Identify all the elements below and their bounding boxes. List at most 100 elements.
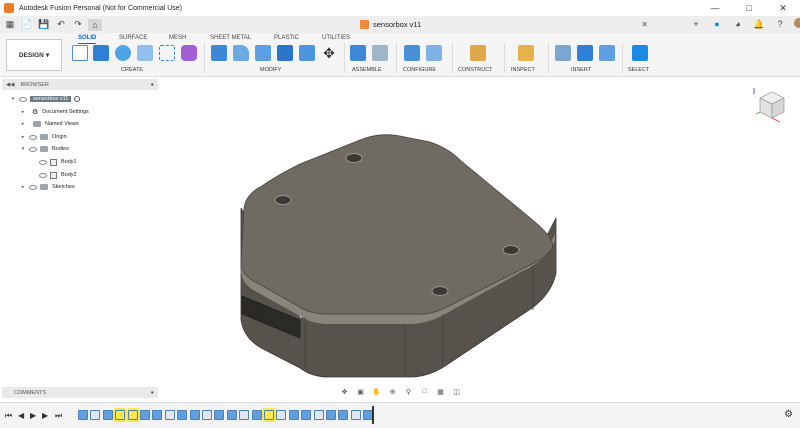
user-avatar[interactable] [794, 18, 800, 28]
timeline-feature-icon[interactable] [350, 410, 361, 420]
timeline-feature-icon[interactable] [251, 410, 262, 420]
grid-menu-icon[interactable]: ▦ [3, 19, 17, 31]
save-icon[interactable]: 💾 [37, 19, 51, 31]
create-sketch-icon[interactable] [72, 45, 88, 61]
timeline-feature-icon[interactable] [125, 408, 140, 422]
tab-sheet-metal[interactable]: SHEET METAL [210, 35, 251, 41]
document-tab[interactable]: sensorbox v11 ✕ [360, 16, 648, 33]
browser-item-body2[interactable]: Body2 [36, 169, 77, 181]
extrude-icon[interactable] [93, 45, 109, 61]
timeline-settings-gear-icon[interactable]: ⚙ [784, 409, 793, 420]
tab-mesh[interactable]: MESH [169, 35, 186, 41]
view-cube[interactable] [752, 84, 792, 124]
notifications-icon[interactable]: 🔔 [752, 18, 766, 30]
form-icon[interactable] [181, 45, 197, 61]
timeline-feature-icon[interactable] [313, 410, 324, 420]
revolve-icon[interactable] [115, 45, 131, 61]
insert-mesh-icon[interactable] [577, 45, 593, 61]
browser-options-icon[interactable]: ● [151, 82, 154, 88]
group-label-create[interactable]: CREATE [121, 67, 143, 73]
tab-surface[interactable]: SURFACE [119, 35, 147, 41]
maximize-icon[interactable]: □ [732, 0, 766, 16]
timeline-feature-icon[interactable] [102, 410, 113, 420]
timeline-feature-icon[interactable] [140, 410, 150, 420]
expand-icon[interactable]: ▸ [20, 134, 26, 140]
pan-icon[interactable]: ✋ [370, 387, 383, 397]
timeline-feature-icon[interactable] [226, 410, 237, 420]
group-label-construct[interactable]: CONSTRUCT [458, 67, 493, 73]
pattern-icon[interactable] [159, 45, 175, 61]
browser-item-body1[interactable]: Body1 [36, 156, 77, 168]
close-icon[interactable]: ✕ [766, 0, 800, 16]
browser-item-named-views[interactable]: ▸ Named Views [20, 118, 79, 130]
group-label-assemble[interactable]: ASSEMBLE [352, 67, 382, 73]
fit-icon[interactable]: ⚲ [402, 387, 415, 397]
timeline-feature-icon[interactable] [78, 410, 88, 420]
timeline-feature-icon[interactable] [177, 410, 188, 420]
tab-solid[interactable]: SOLID [78, 35, 97, 44]
tab-plastic[interactable]: PLASTIC [274, 35, 299, 41]
combine-icon[interactable] [299, 45, 315, 61]
play-icon[interactable]: ▶ [30, 411, 36, 420]
timeline-feature-icon[interactable] [202, 410, 212, 420]
timeline-feature-icon[interactable] [262, 408, 276, 422]
minimize-icon[interactable]: — [698, 0, 732, 16]
workspace-switcher[interactable]: DESIGN ▾ [6, 39, 62, 71]
grid-settings-icon[interactable]: ▦ [434, 387, 447, 397]
fillet-icon[interactable] [233, 45, 249, 61]
timeline-feature-icon[interactable] [338, 410, 349, 420]
visibility-icon[interactable] [29, 184, 37, 190]
configure-table-icon[interactable] [426, 45, 442, 61]
close-tab-icon[interactable]: ✕ [641, 20, 648, 29]
timeline-feature-icon[interactable] [189, 410, 200, 420]
press-pull-icon[interactable] [211, 45, 227, 61]
viewports-icon[interactable]: ◫ [450, 387, 463, 397]
extensions-icon[interactable]: ● [710, 18, 724, 30]
group-label-configure[interactable]: CONFIGURE [403, 67, 436, 73]
timeline-feature-icon[interactable] [276, 410, 287, 420]
group-label-inspect[interactable]: INSPECT [511, 67, 535, 73]
undo-icon[interactable]: ↶ [54, 19, 68, 31]
visibility-icon[interactable] [39, 172, 47, 178]
expand-icon[interactable]: ▾ [20, 146, 26, 152]
activate-radio-icon[interactable] [74, 96, 81, 102]
browser-item-origin[interactable]: ▸ Origin [20, 131, 67, 143]
timeline-feature-icon[interactable] [214, 410, 225, 420]
joint-icon[interactable] [372, 45, 388, 61]
timeline-feature-icon[interactable] [90, 410, 101, 420]
look-at-icon[interactable]: ▣ [354, 387, 367, 397]
expand-icon[interactable]: ▸ [20, 109, 26, 115]
collapse-left-icon[interactable]: ◀◀ [6, 82, 14, 88]
go-to-end-icon[interactable]: ⏭ [55, 411, 62, 421]
timeline-feature-icon[interactable] [288, 410, 299, 420]
file-menu-icon[interactable]: 📄 [20, 19, 34, 31]
shell-icon[interactable] [277, 45, 293, 61]
browser-root-item[interactable]: ▾ sensorbox v11 [10, 93, 81, 105]
timeline-feature-icon[interactable] [239, 410, 250, 420]
group-label-insert[interactable]: INSERT [571, 67, 591, 73]
new-tab-icon[interactable]: + [689, 18, 703, 30]
add-comment-icon[interactable]: ● [151, 390, 154, 396]
group-label-modify[interactable]: MODIFY [260, 67, 281, 73]
browser-item-sketches[interactable]: ▸ Sketches [20, 181, 75, 193]
comments-panel[interactable]: COMMENTS ● [2, 387, 158, 398]
configure-icon[interactable] [404, 45, 420, 61]
visibility-icon[interactable] [29, 134, 37, 140]
home-icon[interactable]: ⌂ [88, 18, 102, 31]
offset-plane-icon[interactable] [470, 45, 486, 61]
timeline-feature-icon[interactable] [164, 410, 175, 420]
chamfer-icon[interactable] [255, 45, 271, 61]
new-component-icon[interactable] [350, 45, 366, 61]
move-icon[interactable]: ✥ [321, 45, 337, 61]
insert-derive-icon[interactable] [555, 45, 571, 61]
timeline-marker[interactable] [372, 406, 374, 424]
step-back-icon[interactable]: ◀ [18, 411, 24, 420]
visibility-icon[interactable] [29, 146, 37, 152]
hole-icon[interactable] [137, 45, 153, 61]
timeline-feature-icon[interactable] [301, 410, 312, 420]
step-forward-icon[interactable]: ▶ [42, 411, 48, 420]
timeline-feature-icon[interactable] [113, 408, 128, 422]
select-icon[interactable] [632, 45, 648, 61]
browser-item-document-settings[interactable]: ▸ ⚙ Document Settings [20, 106, 89, 118]
tab-utilities[interactable]: UTILITIES [322, 35, 350, 41]
